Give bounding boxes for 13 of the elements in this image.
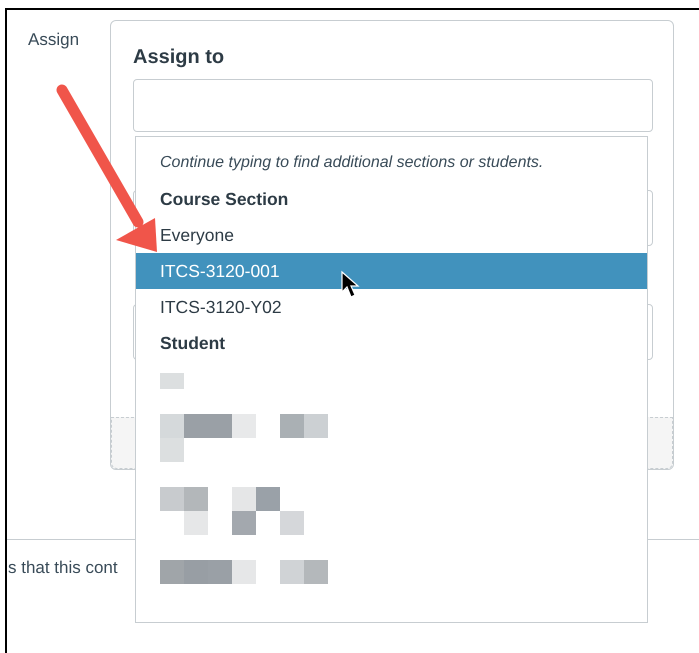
assign-to-heading: Assign to <box>132 45 226 69</box>
dropdown-option[interactable]: Everyone <box>160 217 647 253</box>
hint-text: Continue typing to find additional sections or students. <box>160 153 544 173</box>
pixelated-name-drawing[interactable] <box>160 414 328 462</box>
group-heading: Course Section <box>160 188 290 211</box>
assign-to-input[interactable] <box>133 79 653 132</box>
cursor-icon <box>341 270 360 298</box>
pixelated-name-drawing[interactable] <box>160 487 304 535</box>
pixelated-name-drawing[interactable] <box>160 560 328 584</box>
description-text: s that this cont <box>8 557 118 579</box>
dropdown-option[interactable]: ITCS-3120-Y02 <box>160 289 647 325</box>
field-label: Assign <box>28 30 80 50</box>
group-heading: Student <box>160 332 226 355</box>
